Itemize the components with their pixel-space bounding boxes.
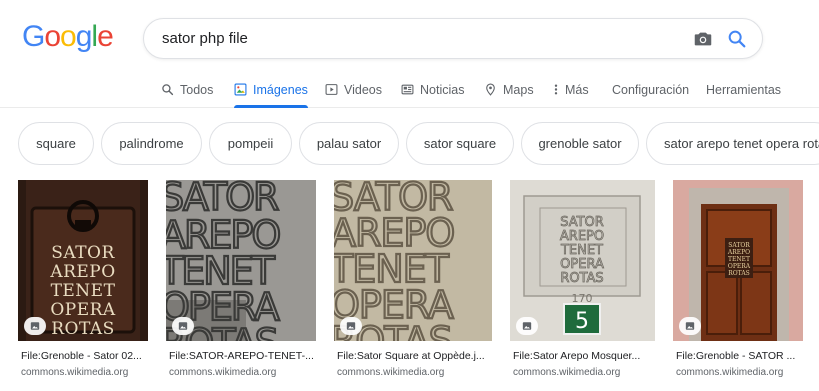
- tab-label: Imágenes: [253, 82, 308, 97]
- camera-icon[interactable]: [692, 28, 714, 50]
- plaque-line: OPERA: [728, 263, 751, 270]
- plaque-line: SATOR: [51, 243, 115, 263]
- result-source[interactable]: commons.wikimedia.org: [676, 367, 783, 378]
- image-badge-icon: [679, 317, 701, 335]
- google-logo[interactable]: Google: [22, 20, 114, 53]
- tab-maps[interactable]: Maps: [484, 72, 534, 107]
- plate-number: 5: [575, 309, 589, 334]
- plaque-line: OPERA: [50, 300, 116, 320]
- result-title[interactable]: File:Grenoble - Sator 02...: [21, 350, 148, 362]
- stone-line: OPERA: [560, 257, 604, 272]
- result-source[interactable]: commons.wikimedia.org: [513, 367, 620, 378]
- result-thumbnail[interactable]: SATOR AREPO TENET OPERA ROTAS 170 5: [510, 180, 655, 341]
- tab-configuracion[interactable]: Configuración: [612, 72, 689, 107]
- chip-square[interactable]: square: [18, 122, 94, 165]
- plaque-line: TENET: [728, 256, 750, 263]
- tab-label: Más: [565, 82, 589, 97]
- tab-todos[interactable]: Todos: [161, 72, 213, 107]
- result-title[interactable]: File:Grenoble - SATOR ...: [676, 350, 803, 362]
- image-badge-icon: [340, 317, 362, 335]
- chip-label: sator square: [423, 136, 497, 151]
- plaque-line: ROTAS: [51, 319, 115, 339]
- chip-sator-square[interactable]: sator square: [406, 122, 514, 165]
- chip-label: palindrome: [119, 136, 184, 151]
- logo-letter: e: [97, 20, 114, 53]
- more-vert-icon: [554, 84, 558, 95]
- tab-videos[interactable]: Videos: [325, 72, 382, 107]
- chip-pompeii[interactable]: pompeii: [209, 122, 292, 165]
- chip-label: grenoble sator: [538, 136, 622, 151]
- chip-palindrome[interactable]: palindrome: [101, 122, 202, 165]
- result-title[interactable]: File:SATOR-AREPO-TENET-...: [169, 350, 316, 362]
- search-icon[interactable]: [726, 28, 748, 50]
- plaque-line: TENET: [51, 281, 116, 301]
- stone-line: TENET: [560, 243, 603, 258]
- chip-label: square: [36, 136, 76, 151]
- image-badge-icon: [172, 317, 194, 335]
- plaque-line: SATOR: [728, 242, 750, 249]
- plaque-line: AREPO: [727, 249, 750, 256]
- tab-label: Videos: [344, 82, 382, 97]
- search-tabs: Todos Imágenes Videos Noticias Maps Más …: [0, 72, 819, 108]
- stone-line: ROTAS: [560, 271, 603, 286]
- stone-line: SATOR: [560, 215, 604, 230]
- tab-label: Herramientas: [706, 82, 782, 97]
- search-box: [143, 18, 763, 59]
- plaque-line: AREPO: [49, 262, 115, 282]
- tab-label: Configuración: [612, 82, 690, 97]
- tab-mas[interactable]: Más: [553, 72, 589, 107]
- result-thumbnail[interactable]: SATOR AREPO TENET OPERA ROTAS: [673, 180, 803, 341]
- result-source[interactable]: commons.wikimedia.org: [169, 367, 276, 378]
- tab-noticias[interactable]: Noticias: [401, 72, 464, 107]
- image-badge-icon: [24, 317, 46, 335]
- pin-icon: [486, 83, 495, 96]
- image-badge-icon: [516, 317, 538, 335]
- result-source[interactable]: commons.wikimedia.org: [337, 367, 444, 378]
- tab-label: Maps: [503, 82, 534, 97]
- tab-label: Noticias: [420, 82, 465, 97]
- chip-sator-arepo-tenet[interactable]: sator arepo tenet opera rotas: [646, 122, 819, 165]
- logo-letter: g: [75, 20, 93, 53]
- result-title[interactable]: File:Sator Arepo Mosquer...: [513, 350, 655, 362]
- result-thumbnail[interactable]: SATOR AREPO TENET OPERA ROTAS: [166, 180, 316, 341]
- result-thumbnail[interactable]: SATOR AREPO TENET OPERA ROTAS: [334, 180, 492, 341]
- result-thumbnail[interactable]: SATOR AREPO TENET OPERA ROTAS: [18, 180, 148, 341]
- logo-letter: o: [44, 20, 61, 53]
- chip-label: sator arepo tenet opera rotas: [664, 136, 819, 151]
- logo-letter: G: [22, 20, 45, 53]
- tab-imagenes[interactable]: Imágenes: [234, 72, 308, 108]
- chip-palau-sator[interactable]: palau sator: [299, 122, 399, 165]
- search-input[interactable]: [162, 19, 682, 58]
- newspaper-icon: [401, 84, 414, 95]
- result-source[interactable]: commons.wikimedia.org: [21, 367, 128, 378]
- logo-letter: o: [60, 20, 77, 53]
- chip-label: palau sator: [316, 136, 382, 151]
- result-title[interactable]: File:Sator Square at Oppède.j...: [337, 350, 492, 362]
- search-icon: [162, 84, 174, 96]
- stone-line: AREPO: [560, 229, 604, 244]
- chip-grenoble-sator[interactable]: grenoble sator: [521, 122, 639, 165]
- tab-herramientas[interactable]: Herramientas: [706, 72, 781, 107]
- tab-label: Todos: [180, 82, 214, 97]
- image-icon: [234, 83, 247, 96]
- chip-label: pompeii: [227, 136, 274, 151]
- plaque-line: ROTAS: [728, 270, 750, 277]
- play-icon: [325, 84, 338, 95]
